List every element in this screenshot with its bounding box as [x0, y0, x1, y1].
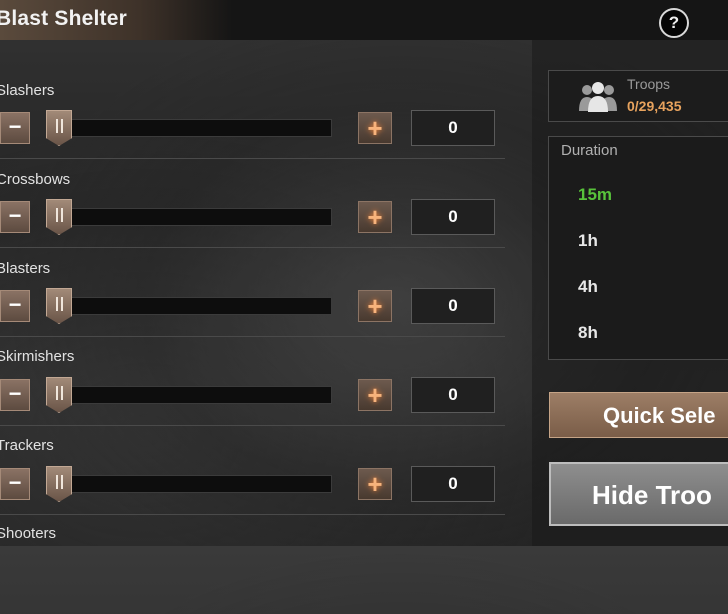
increase-button[interactable]: +: [358, 379, 392, 411]
troops-summary: Troops 0/29,435: [548, 70, 728, 122]
help-button[interactable]: ?: [659, 8, 689, 38]
decrease-button[interactable]: −: [0, 379, 30, 411]
page-title: Blast Shelter: [0, 7, 127, 30]
slider-handle[interactable]: [46, 199, 72, 235]
troop-label: Slashers: [0, 82, 55, 99]
duration-option-8h[interactable]: 8h: [578, 323, 598, 343]
count-field[interactable]: 0: [411, 377, 495, 413]
hide-troops-label: Hide Troo: [592, 480, 712, 510]
quick-select-button[interactable]: Quick Sele: [549, 392, 728, 438]
count-field[interactable]: 0: [411, 466, 495, 502]
troops-count: 0/29,435: [627, 98, 682, 114]
slider-handle[interactable]: [46, 110, 72, 146]
decrease-button[interactable]: −: [0, 290, 30, 322]
row-divider: [0, 247, 505, 248]
decrease-button[interactable]: −: [0, 201, 30, 233]
row-divider: [0, 336, 505, 337]
row-divider: [0, 425, 505, 426]
troop-row-shooters: Shooters: [0, 525, 510, 614]
slider-track[interactable]: [62, 119, 332, 137]
duration-option-4h[interactable]: 4h: [578, 277, 598, 297]
row-divider: [0, 158, 505, 159]
count-field[interactable]: 0: [411, 199, 495, 235]
count-field[interactable]: 0: [411, 288, 495, 324]
slider-handle[interactable]: [46, 466, 72, 502]
troop-row-trackers: Trackers − + 0: [0, 437, 510, 526]
increase-button[interactable]: +: [358, 290, 392, 322]
troop-label: Trackers: [0, 437, 54, 454]
top-bar: Blast Shelter ?: [0, 0, 728, 40]
slider-handle[interactable]: [46, 288, 72, 324]
increase-button[interactable]: +: [358, 201, 392, 233]
slider-track[interactable]: [62, 475, 332, 493]
row-divider: [0, 514, 505, 515]
slider-track[interactable]: [62, 386, 332, 404]
slider-track[interactable]: [62, 208, 332, 226]
increase-button[interactable]: +: [358, 112, 392, 144]
duration-label: Duration: [561, 142, 618, 159]
troops-icon: [577, 81, 619, 113]
troop-row-skirmishers: Skirmishers − + 0: [0, 348, 510, 437]
slider-handle[interactable]: [46, 377, 72, 413]
troop-list-panel: Slashers − + 0 Crossbows − + 0 Blasters …: [0, 40, 532, 546]
duration-option-15m[interactable]: 15m: [578, 185, 612, 205]
hide-troops-button[interactable]: Hide Troo: [549, 462, 728, 526]
slider-track[interactable]: [62, 297, 332, 315]
troops-label: Troops: [627, 76, 671, 92]
decrease-button[interactable]: −: [0, 468, 30, 500]
troop-label: Shooters: [0, 525, 57, 542]
decrease-button[interactable]: −: [0, 112, 30, 144]
troop-label: Crossbows: [0, 171, 71, 188]
duration-panel: Duration 15m 1h 4h 8h: [548, 136, 728, 360]
count-field[interactable]: 0: [411, 110, 495, 146]
troop-label: Skirmishers: [0, 348, 75, 365]
increase-button[interactable]: +: [358, 468, 392, 500]
quick-select-label: Quick Sele: [603, 403, 716, 428]
duration-option-1h[interactable]: 1h: [578, 231, 598, 251]
troop-label: Blasters: [0, 260, 51, 277]
